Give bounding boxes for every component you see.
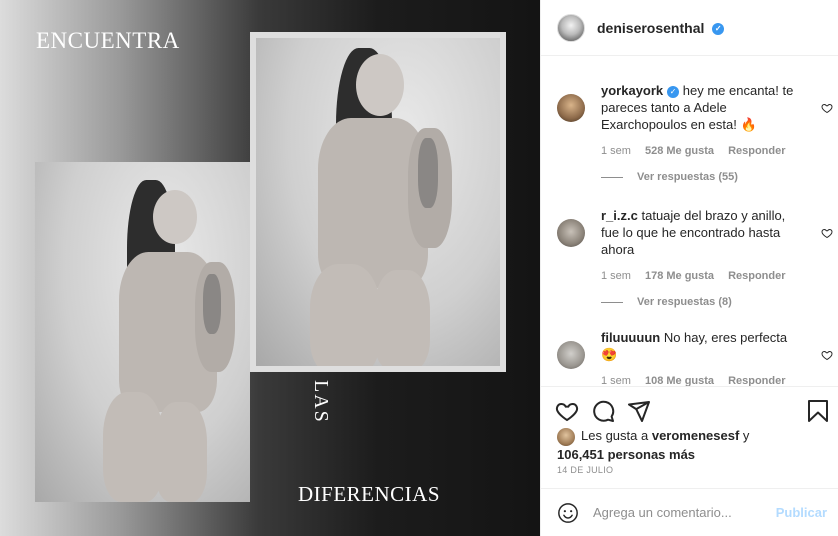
likes-prefix: Les gusta a	[581, 428, 649, 443]
verified-badge-icon: ✓	[667, 85, 680, 98]
leg-shape	[310, 264, 380, 366]
view-replies-label[interactable]: Ver respuestas (8)	[637, 296, 732, 308]
leg-shape	[374, 270, 430, 366]
author-username[interactable]: deniserosenthal ✓	[597, 20, 725, 36]
comment-body: yorkayork ✓ hey me encanta! te pareces ta…	[601, 82, 803, 133]
comment-likes[interactable]: 178 Me gusta	[645, 270, 714, 282]
view-replies-label[interactable]: Ver respuestas (55)	[637, 171, 738, 183]
replies-divider	[601, 176, 623, 178]
heart-icon[interactable]	[555, 399, 579, 423]
view-replies-button[interactable]: Ver respuestas (8)	[601, 296, 803, 308]
author-avatar[interactable]	[557, 13, 585, 42]
comment-meta: 1 sem 528 Me gusta Responder	[601, 145, 803, 157]
commenter-avatar[interactable]	[557, 94, 585, 122]
heart-icon[interactable]	[821, 102, 833, 114]
liker-username[interactable]: veromenesesf	[652, 428, 739, 443]
comment-body: filuuuuun No hay, eres perfecta 😍	[601, 329, 803, 363]
liker-avatar[interactable]	[557, 427, 575, 446]
image-caption-top: ENCUENTRA	[36, 28, 180, 53]
comment-age[interactable]: 1 sem	[601, 270, 631, 282]
comment-input[interactable]: Agrega un comentario...	[593, 505, 776, 520]
comment-item: yorkayork ✓ hey me encanta! te pareces ta…	[541, 82, 838, 183]
likes-count[interactable]: 106,451 personas más	[557, 447, 695, 462]
commenter-username[interactable]: filuuuuun	[601, 330, 660, 345]
comment-composer: Agrega un comentario... Publicar	[541, 488, 838, 536]
commenter-username[interactable]: r_i.z.c	[601, 208, 638, 223]
post-actions: Les gusta a veromenesesf y 106,451 perso…	[541, 386, 838, 490]
comment-body: r_i.z.c tatuaje del brazo y anillo, fue …	[601, 207, 803, 258]
likes-summary: Les gusta a veromenesesf y 106,451 perso…	[557, 427, 827, 463]
save-button[interactable]	[807, 399, 829, 423]
leg-shape	[155, 402, 207, 502]
image-caption-bottom: DIFERENCIAS	[298, 482, 441, 506]
tattoo-shape	[418, 138, 438, 208]
verified-badge-icon: ✓	[712, 22, 725, 35]
heart-icon[interactable]	[821, 349, 833, 361]
likes-conj: y	[742, 428, 750, 443]
publish-button[interactable]: Publicar	[776, 505, 827, 520]
action-buttons	[555, 399, 651, 423]
commenter-username[interactable]: yorkayork	[601, 83, 663, 98]
reply-button[interactable]: Responder	[728, 270, 785, 282]
comment-meta: 1 sem 178 Me gusta Responder	[601, 270, 803, 282]
view-replies-button[interactable]: Ver respuestas (55)	[601, 171, 803, 183]
comment-item: r_i.z.c tatuaje del brazo y anillo, fue …	[541, 207, 838, 308]
post-image[interactable]: ENCUENTRA LAS DIFERENCIAS	[0, 0, 540, 536]
post-sidebar: deniserosenthal ✓ yorkayork ✓ hey me enca…	[540, 0, 838, 536]
leg-shape	[103, 392, 163, 502]
commenter-avatar[interactable]	[557, 219, 585, 247]
head-shape	[356, 54, 404, 116]
emoji-icon[interactable]	[557, 502, 579, 524]
photo-left	[35, 162, 250, 502]
share-icon[interactable]	[627, 399, 651, 423]
tattoo-shape	[203, 274, 221, 334]
comment-age[interactable]: 1 sem	[601, 145, 631, 157]
photo-right	[250, 32, 506, 372]
comment-icon[interactable]	[591, 399, 615, 423]
comment-item: filuuuuun No hay, eres perfecta 😍 1 sem …	[541, 329, 838, 387]
author-username-text[interactable]: deniserosenthal	[597, 20, 704, 36]
commenter-avatar[interactable]	[557, 341, 585, 369]
post-date[interactable]: 14 DE JULIO	[557, 465, 613, 475]
comment-likes[interactable]: 528 Me gusta	[645, 145, 714, 157]
replies-divider	[601, 301, 623, 303]
head-shape	[153, 190, 197, 244]
heart-icon[interactable]	[821, 227, 833, 239]
image-caption-middle: LAS	[310, 380, 332, 424]
bookmark-icon[interactable]	[807, 399, 829, 423]
post-header: deniserosenthal ✓	[541, 0, 838, 56]
reply-button[interactable]: Responder	[728, 145, 785, 157]
